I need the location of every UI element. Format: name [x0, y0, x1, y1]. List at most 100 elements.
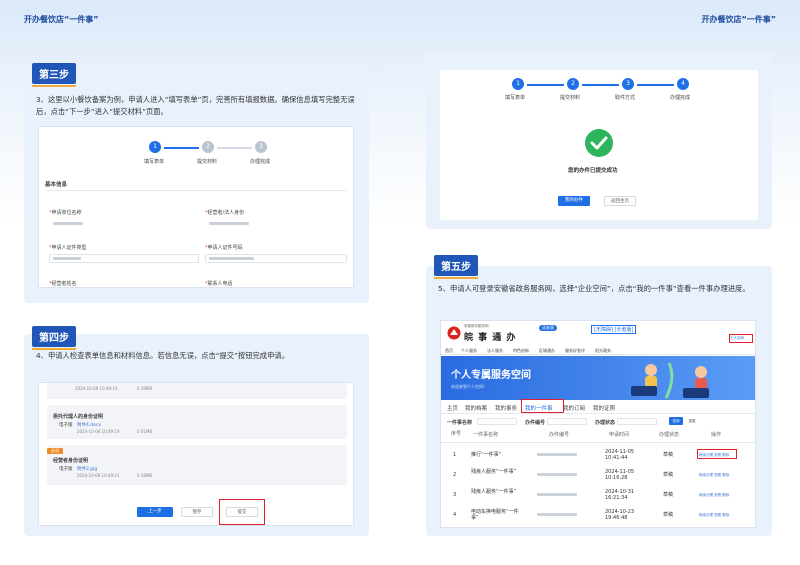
- nav-item[interactable]: 特色创新: [513, 348, 529, 354]
- prev-button[interactable]: 上一步: [137, 507, 173, 517]
- step-label: 办理完成: [670, 95, 691, 101]
- name-filter-input[interactable]: [477, 418, 517, 425]
- portal-logo-icon: [447, 326, 461, 340]
- attachment-link[interactable]: 附件4.docx: [77, 422, 101, 428]
- case-number: [537, 453, 577, 456]
- personal-space-link[interactable]: 个人空间: [730, 336, 744, 341]
- filter-label: 办理状态: [595, 420, 616, 426]
- step-label: 办理完成: [250, 159, 271, 165]
- field-value: [209, 222, 249, 225]
- material-box: 2024-10-08 10:49:19 0.19MB: [47, 383, 347, 399]
- material-title: 委托代理人的身份证明: [53, 414, 104, 420]
- step4-desc: 4、申请人检查表单信息和材料信息。若信息无误，点击“提交”按钮完成申请。: [36, 351, 289, 360]
- step-circle-3: 3: [622, 78, 634, 90]
- table-row: 3 残疾人服务“一件事” 2024-10-31 16:21:34 草稿 继续办理…: [453, 489, 730, 501]
- tab-affairs[interactable]: 我的事务: [495, 404, 517, 412]
- highlight-box: [521, 399, 564, 413]
- page-header-right: 开办餐饮店“一件事”: [701, 15, 776, 24]
- elder-badge[interactable]: 适老版: [539, 325, 557, 331]
- banner-title: 个人专属服务空间: [451, 370, 531, 381]
- nav-item[interactable]: 阳光政务: [595, 348, 611, 354]
- tab-subscriptions[interactable]: 我的订阅: [563, 404, 585, 412]
- status-filter-select[interactable]: [617, 418, 657, 425]
- nav-item[interactable]: 首页: [445, 348, 453, 354]
- banner-illustration-icon: [631, 362, 709, 399]
- portal-sub: 安徽政务服务网: [464, 324, 489, 328]
- step-bar: [217, 147, 252, 149]
- material-title: 经营者身份证明: [53, 458, 89, 464]
- case-number: [537, 473, 577, 476]
- accessibility-toggle[interactable]: [无障碍] [长者版]: [591, 325, 637, 334]
- step3-title: 第三步: [32, 63, 76, 87]
- banner-sub: 欢迎来到个人空间！: [451, 384, 487, 389]
- nav-item[interactable]: 法人服务: [487, 348, 503, 354]
- left-page: 开办餐饮店“一件事” 第三步 3、这里以小餐饮备案为例，申请人进入“填写表单”页…: [0, 0, 400, 565]
- row-actions[interactable]: 继续办理 查看 删除: [699, 472, 729, 478]
- field-value: [209, 257, 254, 260]
- field-label: *申请人证件类型: [49, 245, 87, 251]
- page-header-left: 开办餐饮店“一件事”: [24, 15, 99, 24]
- step-label: 提交材料: [197, 159, 218, 165]
- step-bar: [164, 147, 199, 149]
- table-header: 序号 一件事名称 办件编号 申请时间 办理状态 操作: [441, 429, 755, 443]
- nav-item[interactable]: 服务好差评: [565, 348, 585, 354]
- step-circle-4: 4: [677, 78, 689, 90]
- field-label: *申请单位名称: [49, 210, 82, 216]
- section-title: 基本信息: [45, 182, 68, 188]
- step-circle-2: 2: [202, 141, 214, 153]
- row-actions[interactable]: 继续办理 查看 删除: [699, 512, 729, 518]
- step-bar: [527, 84, 564, 86]
- right-page: 开办餐饮店“一件事” 1 2 3 4 填写表单 提交材料 取件方式 办理完成 您…: [400, 0, 800, 565]
- portal-nav: 首页 个人服务 法人服务 特色创新 区域通办 服务好差评 阳光政务: [441, 347, 755, 355]
- search-button[interactable]: 查询: [669, 417, 683, 425]
- step-label: 填写表单: [505, 95, 526, 101]
- form-screenshot: 1 2 3 填写表单 提交材料 办理完成 基本信息 *申请单位名称 *经营者/法…: [38, 126, 354, 288]
- step-circle-2: 2: [567, 78, 579, 90]
- review-screenshot: 2024-10-08 10:49:19 0.19MB 委托代理人的身份证明 电子…: [38, 382, 354, 526]
- tab-licenses[interactable]: 我的证照: [593, 404, 615, 412]
- highlight-box: [697, 449, 737, 459]
- check-success-icon: [585, 129, 613, 157]
- table-row: 2 残疾人服务“一件事” 2024-11-05 10:16:28 草稿 继续办理…: [453, 469, 730, 481]
- case-number: [537, 513, 577, 516]
- step3-desc: 3、这里以小餐饮备案为例，申请人进入“填写表单”页，完善所有填报数据。确保信息填…: [36, 95, 355, 116]
- highlight-box: [219, 499, 265, 525]
- filter-label: 办件编号: [525, 420, 546, 426]
- my-cases-button[interactable]: 我的办件: [558, 196, 590, 206]
- back-home-button[interactable]: 返回主页: [604, 196, 636, 206]
- nav-item[interactable]: 个人服务: [461, 348, 477, 354]
- number-filter-input[interactable]: [547, 418, 587, 425]
- space-tabs: 主页 我的档案 我的事务 我的一件事 我的订阅 我的证照: [441, 400, 755, 414]
- field-value: [53, 222, 83, 225]
- banner: 个人专属服务空间 欢迎来到个人空间！: [441, 356, 755, 400]
- step-label: 填写表单: [144, 159, 165, 165]
- row-actions[interactable]: 继续办理 查看 删除: [699, 492, 729, 498]
- divider: [45, 190, 347, 191]
- field-label: *申请人证件号码: [205, 245, 243, 251]
- step-label: 提交材料: [560, 95, 581, 101]
- save-draft-button[interactable]: 暂存: [181, 507, 213, 517]
- step-label: 取件方式: [615, 95, 636, 101]
- tab-archive[interactable]: 我的档案: [465, 404, 487, 412]
- required-tag: 必须: [47, 448, 63, 454]
- filter-label: 一件事名称: [447, 420, 473, 426]
- step-bar: [582, 84, 619, 86]
- field-label: *经营者姓名: [49, 281, 77, 287]
- step4-title: 第四步: [32, 326, 76, 350]
- portal-screenshot: 安徽政务服务网 皖 事 通 办 适老版 [无障碍] [长者版] 个人空间 首页 …: [440, 320, 756, 528]
- nav-item[interactable]: 区域通办: [539, 348, 555, 354]
- step5-desc: 5、申请人可登录安徽省政务服务网，选择“企业空间”，点击“我的一件事”查看一件事…: [438, 284, 750, 293]
- step-circle-1: 1: [149, 141, 161, 153]
- success-message: 您的办件已提交成功: [568, 168, 618, 174]
- attachment-link[interactable]: 附件2.jpg: [77, 466, 97, 472]
- field-value: [53, 257, 81, 260]
- step-circle-3: 3: [255, 141, 267, 153]
- step5-title: 第五步: [434, 255, 478, 279]
- step-bar: [637, 84, 674, 86]
- reset-button[interactable]: 重置: [685, 417, 699, 425]
- success-screenshot: 1 2 3 4 填写表单 提交材料 取件方式 办理完成 您的办件已提交成功 我的…: [440, 70, 758, 220]
- field-label: *经营者/法人身份: [205, 210, 245, 216]
- tab-home[interactable]: 主页: [447, 404, 458, 412]
- table-row: 4 电动车换电服务“一件事” 2024-10-23 19:46:48 草稿 继续…: [453, 509, 730, 521]
- material-box: 委托代理人的身份证明 电子版 附件4.docx 2024-10-08 10:49…: [47, 405, 347, 439]
